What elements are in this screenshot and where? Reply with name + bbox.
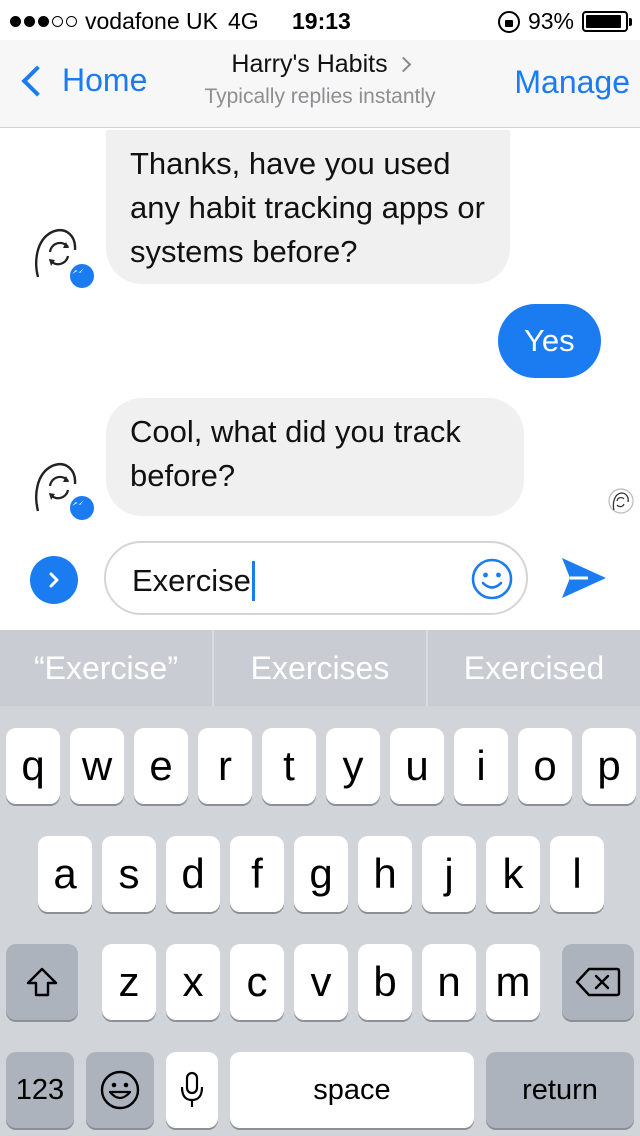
- back-button[interactable]: Home: [16, 62, 147, 99]
- shift-key[interactable]: [6, 944, 78, 1020]
- read-receipt-icon: [608, 488, 634, 514]
- key-k[interactable]: k: [486, 836, 540, 912]
- key-m[interactable]: m: [486, 944, 540, 1020]
- space-key[interactable]: space: [230, 1052, 474, 1128]
- back-label: Home: [62, 62, 148, 98]
- key-c[interactable]: c: [230, 944, 284, 1020]
- message-text: Thanks, have you used any habit tracking…: [130, 146, 485, 269]
- page-title: Harry's Habits: [231, 50, 388, 78]
- emoji-keyboard-key[interactable]: [86, 1052, 154, 1128]
- key-q[interactable]: q: [6, 728, 60, 804]
- key-y[interactable]: y: [326, 728, 380, 804]
- message-text: Cool, what did you track before?: [130, 414, 461, 493]
- dictation-key[interactable]: [166, 1052, 218, 1128]
- battery-icon: [582, 11, 632, 32]
- key-i[interactable]: i: [454, 728, 508, 804]
- manage-button[interactable]: Manage: [514, 64, 630, 101]
- key-s[interactable]: s: [102, 836, 156, 912]
- send-icon[interactable]: [558, 552, 610, 604]
- key-x[interactable]: x: [166, 944, 220, 1020]
- key-b[interactable]: b: [358, 944, 412, 1020]
- key-a[interactable]: a: [38, 836, 92, 912]
- predictive-text-bar: “Exercise” Exercises Exercised: [0, 630, 640, 706]
- message-bubble-incoming[interactable]: Thanks, have you used any habit tracking…: [106, 130, 510, 284]
- key-g[interactable]: g: [294, 836, 348, 912]
- prediction-suggestion[interactable]: Exercises: [214, 630, 428, 706]
- status-left: vodafone UK 4G: [10, 8, 281, 35]
- backspace-icon: [575, 967, 621, 997]
- message-text: Yes: [524, 323, 575, 358]
- numbers-key[interactable]: 123: [6, 1052, 74, 1128]
- page-subtitle: Typically replies instantly: [204, 85, 436, 108]
- keyboard: “Exercise” Exercises Exercised q w e r t…: [0, 630, 640, 1136]
- network-type: 4G: [227, 8, 259, 34]
- status-time: 19:13: [292, 8, 351, 34]
- return-key[interactable]: return: [486, 1052, 634, 1128]
- prediction-suggestion[interactable]: “Exercise”: [0, 630, 214, 706]
- status-bar: vodafone UK 4G 19:13 93%: [0, 0, 640, 40]
- chevron-right-icon: [49, 572, 59, 588]
- messenger-badge-icon: [68, 494, 96, 522]
- message-bubble-outgoing[interactable]: Yes: [498, 304, 601, 378]
- battery-percent: 93%: [527, 8, 574, 34]
- text-caret: [251, 561, 255, 601]
- key-t[interactable]: t: [262, 728, 316, 804]
- expand-actions-button[interactable]: [30, 556, 78, 604]
- key-w[interactable]: w: [70, 728, 124, 804]
- key-e[interactable]: e: [134, 728, 188, 804]
- key-n[interactable]: n: [422, 944, 476, 1020]
- shift-icon: [26, 967, 58, 997]
- chevron-left-icon: [21, 64, 53, 97]
- message-input-value: Exercise: [132, 563, 251, 598]
- key-j[interactable]: j: [422, 836, 476, 912]
- key-r[interactable]: r: [198, 728, 252, 804]
- signal-strength-icon: [10, 16, 77, 27]
- delete-key[interactable]: [562, 944, 634, 1020]
- key-v[interactable]: v: [294, 944, 348, 1020]
- key-f[interactable]: f: [230, 836, 284, 912]
- conversation-title[interactable]: Harry's Habits Typically replies instant…: [170, 50, 470, 109]
- messenger-badge-icon: [68, 262, 96, 290]
- prediction-suggestion[interactable]: Exercised: [428, 630, 640, 706]
- message-input[interactable]: Exercise: [104, 541, 528, 615]
- orientation-lock-icon: [497, 10, 520, 33]
- navigation-bar: Home Harry's Habits Typically replies in…: [0, 40, 640, 128]
- emoji-icon[interactable]: [470, 557, 514, 601]
- message-bubble-incoming[interactable]: Cool, what did you track before?: [106, 398, 524, 516]
- key-h[interactable]: h: [358, 836, 412, 912]
- key-d[interactable]: d: [166, 836, 220, 912]
- key-o[interactable]: o: [518, 728, 572, 804]
- key-z[interactable]: z: [102, 944, 156, 1020]
- key-p[interactable]: p: [582, 728, 636, 804]
- key-l[interactable]: l: [550, 836, 604, 912]
- microphone-icon: [180, 1071, 204, 1107]
- carrier-name: vodafone UK: [85, 8, 218, 34]
- key-u[interactable]: u: [390, 728, 444, 804]
- chevron-right-icon: [395, 56, 411, 73]
- status-right: 93%: [497, 8, 632, 35]
- emoji-icon: [100, 1070, 140, 1110]
- bot-avatar[interactable]: [30, 456, 96, 522]
- bot-avatar[interactable]: [30, 222, 96, 290]
